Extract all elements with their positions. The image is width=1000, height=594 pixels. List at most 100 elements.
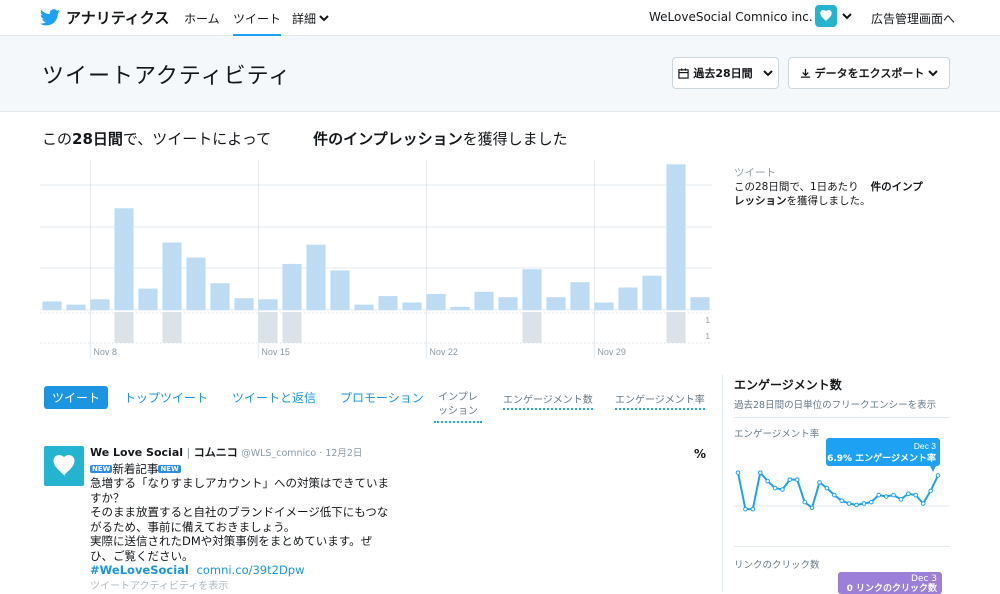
tweet-avatar [44, 446, 84, 486]
link-clicks-tooltip-value: 0 リンクのクリック数 [846, 584, 937, 594]
impressions-summary: この28日間で、ツイートによって 件のインプレッションを獲得しました [42, 128, 568, 149]
engagement-title: エンゲージメント数 [734, 378, 842, 392]
tweet-engagement-rate: % [694, 447, 707, 461]
nav-more[interactable]: 詳細 [292, 10, 329, 27]
chevron-down-icon [928, 69, 939, 76]
impression-bar [90, 299, 110, 310]
tweet-url[interactable]: comni.co/39t2Dpw [197, 563, 305, 577]
engagement-rate-point [794, 477, 800, 482]
engagement-rate-point [802, 499, 807, 505]
nav-more-label: 詳細 [292, 12, 317, 26]
tweet-axis-label: 1 [706, 332, 711, 341]
ads-manager-link[interactable]: 広告管理画面へ [871, 10, 955, 27]
new-badge-icon: NEW [158, 464, 181, 473]
tweet-line-3: すか？ [90, 490, 125, 505]
tab-top-tweets[interactable]: トップツイート [116, 386, 216, 409]
tweet-day-marker [114, 312, 134, 343]
column-engagement-rate[interactable]: エンゲージメント率 [615, 391, 705, 410]
tweet-day-marker [282, 312, 302, 343]
tab-tweets-replies[interactable]: ツイートと返信 [224, 386, 324, 409]
tweet-line1-text: 新着記事 [112, 461, 159, 476]
column-impressions-l2: ッション [438, 406, 478, 417]
engagement-rate-point [824, 485, 830, 491]
engagement-rate-point [935, 473, 941, 478]
summary-prefix: この [42, 130, 73, 148]
impression-bar [426, 293, 446, 310]
impression-bar [666, 164, 686, 310]
engagement-rate-point [757, 470, 763, 475]
impression-bar [234, 298, 254, 310]
avatar-menu[interactable] [815, 5, 852, 27]
impression-bar [498, 297, 518, 310]
engagement-rate-point [839, 498, 845, 504]
engagement-rate-point [869, 499, 874, 505]
tweet-body: We Love Social | コムニコ @WLS_comnico · 12月… [90, 446, 430, 594]
engagement-rate-tooltip: Dec 36.9% エンゲージメント率 [826, 438, 940, 472]
engagement-subtitle: 過去28日間の日単位のフリークエンシーを表示 [734, 397, 950, 418]
account-name: WeLoveSocial Comnico inc. [649, 10, 813, 24]
top-nav: アナリティクス ホーム ツイート 詳細 WeLoveSocial Comnico… [0, 0, 1000, 37]
engagement-rate-point [846, 501, 852, 506]
engagement-rate-point [780, 487, 785, 492]
tweet-day-marker [162, 312, 182, 343]
tweet-day-marker [258, 312, 278, 343]
heart-icon [53, 455, 75, 477]
period-button[interactable]: 過去28日間 [672, 57, 779, 89]
impression-bar [258, 299, 278, 310]
engagement-panel: エンゲージメント数 過去28日間の日単位のフリークエンシーを表示 エンゲージメン… [734, 376, 950, 440]
impression-bar [594, 302, 614, 310]
impression-bar [690, 297, 710, 310]
engagement-rate-point [883, 494, 889, 499]
engagement-rate-point [831, 492, 837, 498]
impression-bar [186, 257, 206, 310]
tab-tweets[interactable]: ツイート [44, 386, 109, 409]
impression-bar [402, 302, 422, 310]
impression-bar [162, 242, 182, 310]
twitter-bird-icon [40, 9, 60, 26]
tweet-header: We Love Social | コムニコ @WLS_comnico · 12月… [90, 446, 430, 462]
impression-bar [450, 306, 470, 310]
nav-tweets[interactable]: ツイート [233, 10, 282, 37]
impression-bar [378, 296, 398, 310]
x-tick-label: Nov 22 [429, 347, 458, 357]
tooltip-value: 6.9% エンゲージメント率 [827, 452, 936, 464]
tweet-day-marker [666, 312, 686, 343]
chevron-down-icon [842, 12, 852, 19]
tweet-author-2: コムニコ [193, 446, 238, 459]
tweet-line-4: そのまま放置すると自社のブランドイメージ低下にもつな [90, 505, 389, 520]
tweet-day-marker [522, 312, 542, 343]
tweet-hashtag[interactable]: #WeLoveSocial [90, 563, 189, 577]
brand[interactable]: アナリティクス [40, 7, 169, 28]
engagement-rate-point [765, 478, 770, 484]
engagement-rate-point [876, 492, 882, 498]
impression-bar [138, 288, 158, 310]
link-clicks-tooltip-date: Dec 3 [910, 574, 937, 584]
impression-bar [474, 291, 494, 310]
tweet-line-1: NEW 新着記事 NEW [90, 462, 430, 477]
tooltip-arrow [930, 466, 936, 472]
nav-home[interactable]: ホーム [184, 10, 220, 27]
tweet-author-sep: | [186, 446, 191, 459]
download-icon [800, 68, 810, 78]
summary-suffix: を獲得しました [462, 130, 568, 148]
export-button[interactable]: データをエクスポート [788, 57, 950, 89]
impression-bar [66, 304, 86, 310]
tooltip-date: Dec 3 [914, 441, 936, 451]
tweet-author: We Love Social [90, 446, 184, 459]
impression-bar [330, 270, 350, 310]
column-impressions[interactable]: インプレ ッション [434, 391, 482, 423]
engagement-rate-point [920, 501, 926, 506]
daily-average-bold1: 件のインプ [870, 181, 923, 193]
account-menu[interactable]: WeLoveSocial Comnico inc. [649, 10, 827, 24]
tweet-line-6: 実際に送信されたDMや対策事例をまとめています。ぜ [90, 534, 373, 549]
engagement-rate-point [891, 492, 896, 498]
tab-promotion[interactable]: プロモーション [332, 386, 432, 409]
column-engagements[interactable]: エンゲージメント数 [503, 391, 593, 410]
engagement-rate-chart: Dec 36.9% エンゲージメント率 [734, 438, 950, 512]
impressions-chart: Nov 8 Nov 15 Nov 22 Nov 29 1 1 [40, 160, 712, 358]
daily-average-bold2: レッション [734, 195, 787, 207]
impression-bar [570, 282, 590, 310]
impression-bar [42, 301, 62, 310]
avatar [815, 5, 837, 27]
impression-bar [306, 244, 326, 310]
